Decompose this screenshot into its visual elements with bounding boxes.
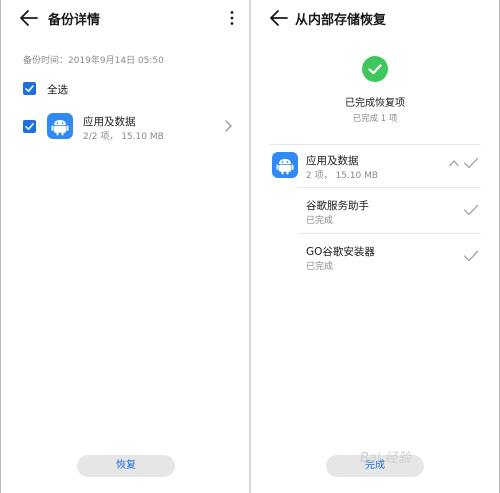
group-name: 应用及数据	[306, 155, 359, 167]
list-item-name: GO谷歌安装器	[306, 246, 375, 258]
backup-details-screen: 备份详情 备份时间：2019年9月14日 05:50 全选 应用及数据 2/2 …	[1, 0, 249, 493]
checkmark-icon	[25, 85, 34, 92]
status-title: 已完成恢复项	[345, 98, 405, 109]
restore-button[interactable]: 恢复	[77, 455, 175, 477]
backup-time: 备份时间：2019年9月14日 05:50	[23, 56, 164, 66]
list-item-status: 已完成	[306, 262, 334, 272]
restore-from-storage-screen: 从内部存储恢复 已完成恢复项 已完成 1 项 应用及数据 2 项， 15.10 …	[251, 0, 499, 493]
more-vert-icon[interactable]	[229, 10, 235, 26]
app-data-detail: 2/2 项， 15.10 MB	[83, 132, 164, 142]
checkmark-icon	[25, 123, 34, 130]
success-check-icon	[362, 56, 388, 82]
app-data-checkbox[interactable]	[23, 120, 36, 133]
check-icon	[463, 157, 479, 169]
select-all-checkbox[interactable]	[23, 82, 36, 95]
group-detail: 2 项， 15.10 MB	[306, 171, 379, 181]
check-icon	[463, 250, 479, 262]
list-item-status: 已完成	[306, 216, 334, 226]
back-arrow-icon[interactable]	[19, 9, 39, 27]
android-icon	[272, 152, 298, 178]
right-top-bar: 从内部存储恢复	[251, 0, 499, 38]
list-item-name: 谷歌服务助手	[306, 200, 369, 212]
watermark: Bai 经验	[360, 451, 411, 466]
divider-line	[298, 187, 481, 188]
back-arrow-icon[interactable]	[269, 9, 289, 27]
select-all-label: 全选	[47, 84, 68, 96]
app-data-name: 应用及数据	[83, 116, 136, 128]
divider-line	[269, 144, 481, 145]
left-top-bar: 备份详情	[1, 0, 249, 38]
status-subtitle: 已完成 1 项	[352, 114, 398, 124]
chevron-up-icon[interactable]	[448, 159, 460, 167]
page-title: 从内部存储恢复	[295, 13, 387, 28]
android-icon	[47, 113, 73, 139]
page-title: 备份详情	[48, 13, 101, 28]
chevron-right-icon[interactable]	[223, 119, 233, 133]
check-icon	[463, 204, 479, 216]
divider-line	[298, 233, 481, 234]
